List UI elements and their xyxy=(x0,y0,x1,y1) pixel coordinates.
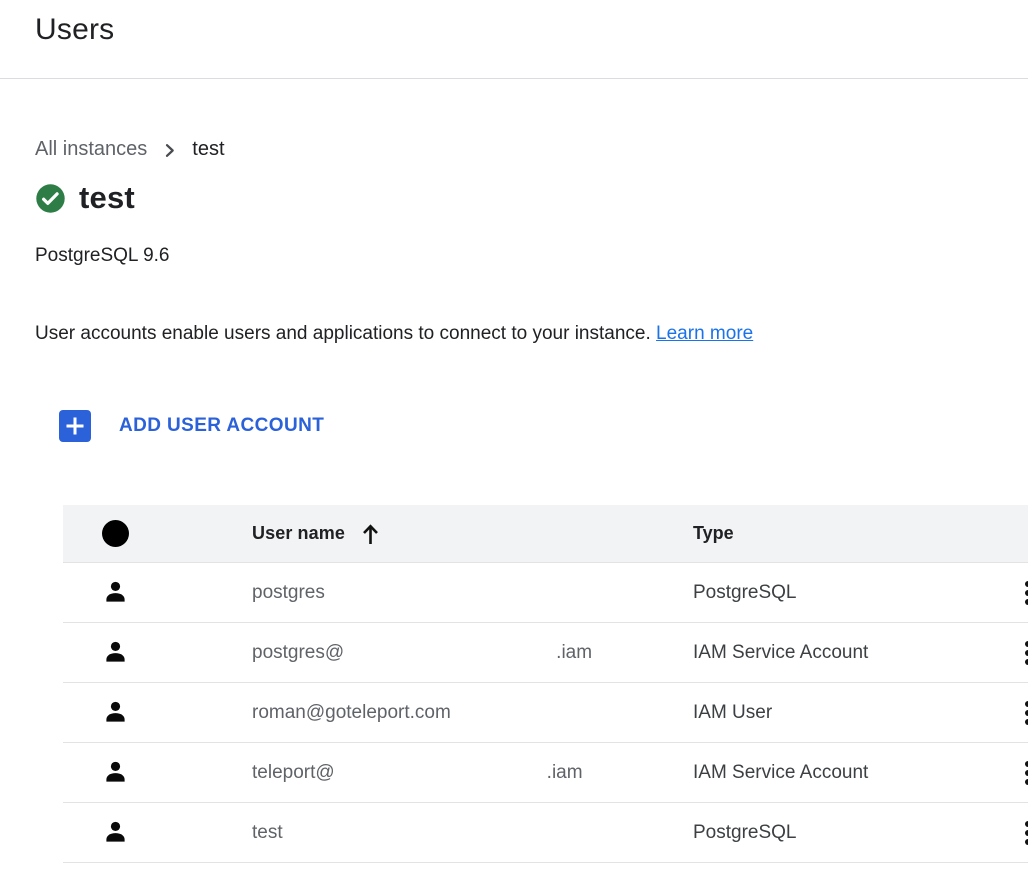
row-username-cell: test xyxy=(252,822,693,844)
row-type-cell: IAM User xyxy=(693,702,993,724)
instance-version: PostgreSQL 9.6 xyxy=(35,245,1028,267)
breadcrumb: All instances test xyxy=(35,138,1028,161)
username-text: test xyxy=(252,822,283,844)
row-menu-cell xyxy=(993,695,1028,731)
table-row: test PostgreSQL xyxy=(63,803,1028,863)
learn-more-link[interactable]: Learn more xyxy=(656,323,753,344)
row-icon-cell xyxy=(63,579,252,606)
row-icon-cell xyxy=(63,639,252,666)
user-type-text: IAM Service Account xyxy=(693,642,868,664)
row-menu-cell xyxy=(993,635,1028,671)
row-actions-menu-button[interactable] xyxy=(1019,635,1028,671)
user-type-text: IAM User xyxy=(693,702,772,724)
row-actions-menu-button[interactable] xyxy=(1019,755,1028,791)
add-user-account-label: ADD USER ACCOUNT xyxy=(119,415,324,437)
row-icon-cell xyxy=(63,819,252,846)
instance-title-row: test xyxy=(35,180,1028,216)
row-username-cell: postgres xyxy=(252,582,693,604)
username-suffix-text: .iam xyxy=(547,762,583,784)
row-username-cell: teleport@ .iam xyxy=(252,762,693,784)
table-row: postgres@ .iam IAM Service Account xyxy=(63,623,1028,683)
row-menu-cell xyxy=(993,815,1028,851)
username-column-label: User name xyxy=(252,523,345,544)
row-type-cell: IAM Service Account xyxy=(693,762,993,784)
row-type-cell: PostgreSQL xyxy=(693,822,993,844)
description-text: User accounts enable users and applicati… xyxy=(35,323,656,344)
sort-ascending-icon xyxy=(361,523,380,545)
table-row: roman@goteleport.com IAM User xyxy=(63,683,1028,743)
row-actions-menu-button[interactable] xyxy=(1019,815,1028,851)
user-type-text: PostgreSQL xyxy=(693,822,797,844)
header-username-cell: User name xyxy=(252,523,693,545)
circle-icon xyxy=(102,520,129,547)
row-actions-menu-button[interactable] xyxy=(1019,695,1028,731)
chevron-right-icon xyxy=(161,142,178,159)
header-type-cell: Type xyxy=(693,523,993,544)
person-icon xyxy=(102,759,129,786)
username-text: teleport@ xyxy=(252,762,335,784)
table-row: postgres PostgreSQL xyxy=(63,563,1028,623)
person-icon xyxy=(102,579,129,606)
main-content: All instances test test PostgreSQL 9.6 U… xyxy=(0,138,1028,863)
row-username-cell: postgres@ .iam xyxy=(252,642,693,664)
header-icon-cell xyxy=(63,520,252,547)
row-menu-cell xyxy=(993,575,1028,611)
table-header-row: User name Type xyxy=(63,505,1028,563)
breadcrumb-current: test xyxy=(192,138,224,161)
plus-icon xyxy=(59,410,91,442)
description: User accounts enable users and applicati… xyxy=(35,323,1028,345)
breadcrumb-all-instances[interactable]: All instances xyxy=(35,138,147,161)
row-menu-cell xyxy=(993,755,1028,791)
row-username-cell: roman@goteleport.com xyxy=(252,702,693,724)
username-text: postgres@ xyxy=(252,642,344,664)
person-icon xyxy=(102,699,129,726)
username-text: postgres xyxy=(252,582,325,604)
table-body: postgres PostgreSQL postgres@ xyxy=(63,563,1028,863)
user-type-text: PostgreSQL xyxy=(693,582,797,604)
page-title: Users xyxy=(35,13,1028,47)
row-icon-cell xyxy=(63,699,252,726)
sort-by-username-header[interactable]: User name xyxy=(252,523,380,545)
person-icon xyxy=(102,819,129,846)
row-type-cell: IAM Service Account xyxy=(693,642,993,664)
status-check-icon xyxy=(35,183,66,214)
add-user-account-button[interactable]: ADD USER ACCOUNT xyxy=(59,410,324,442)
table-row: teleport@ .iam IAM Service Account xyxy=(63,743,1028,803)
row-actions-menu-button[interactable] xyxy=(1019,575,1028,611)
row-type-cell: PostgreSQL xyxy=(693,582,993,604)
person-icon xyxy=(102,639,129,666)
users-table: User name Type postgres xyxy=(63,505,1028,863)
page-header: Users xyxy=(0,0,1028,79)
type-column-label[interactable]: Type xyxy=(693,523,734,544)
row-icon-cell xyxy=(63,759,252,786)
instance-name: test xyxy=(79,180,135,216)
user-type-text: IAM Service Account xyxy=(693,762,868,784)
username-suffix-text: .iam xyxy=(556,642,592,664)
username-text: roman@goteleport.com xyxy=(252,702,451,724)
